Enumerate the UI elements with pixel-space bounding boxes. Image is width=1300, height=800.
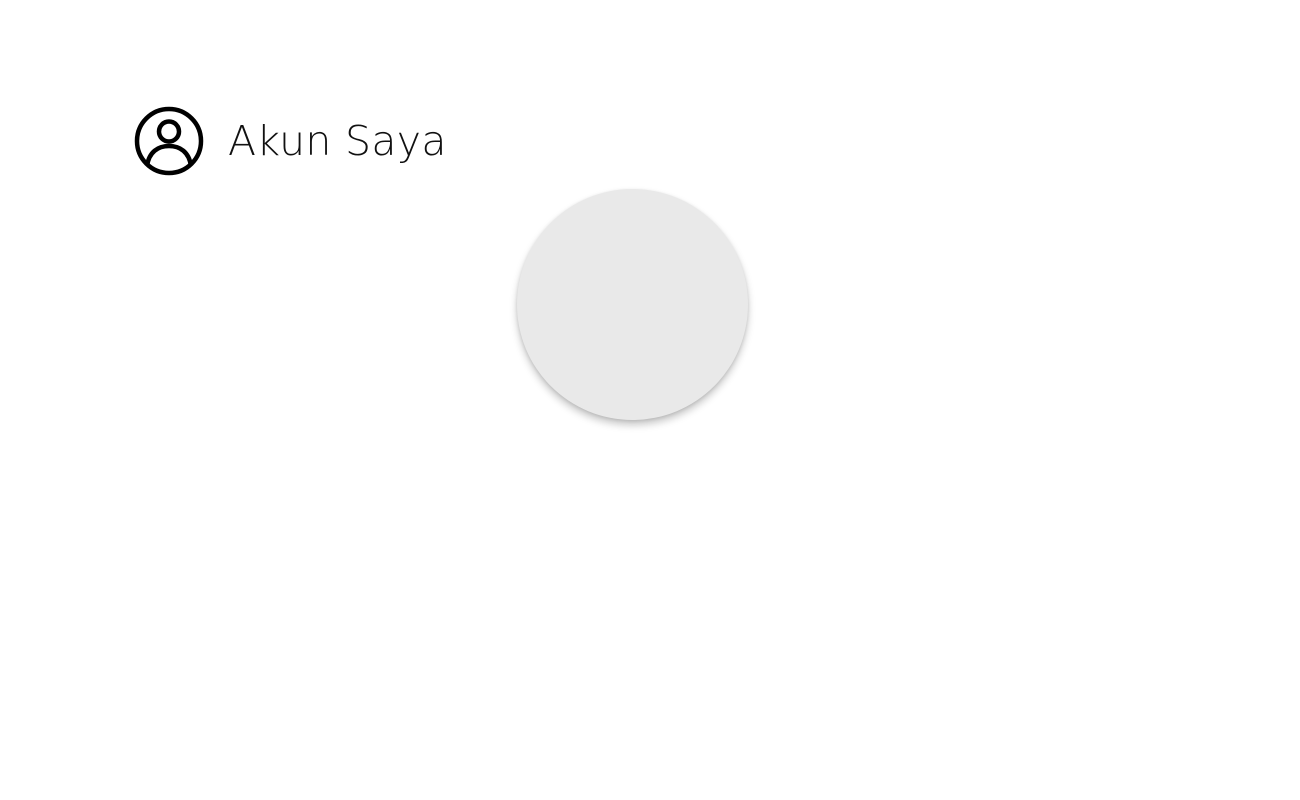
account-circle-icon bbox=[134, 106, 204, 176]
page-title: Akun Saya bbox=[228, 116, 447, 165]
profile-avatar[interactable] bbox=[517, 189, 748, 420]
page-header: Akun Saya bbox=[134, 106, 447, 176]
